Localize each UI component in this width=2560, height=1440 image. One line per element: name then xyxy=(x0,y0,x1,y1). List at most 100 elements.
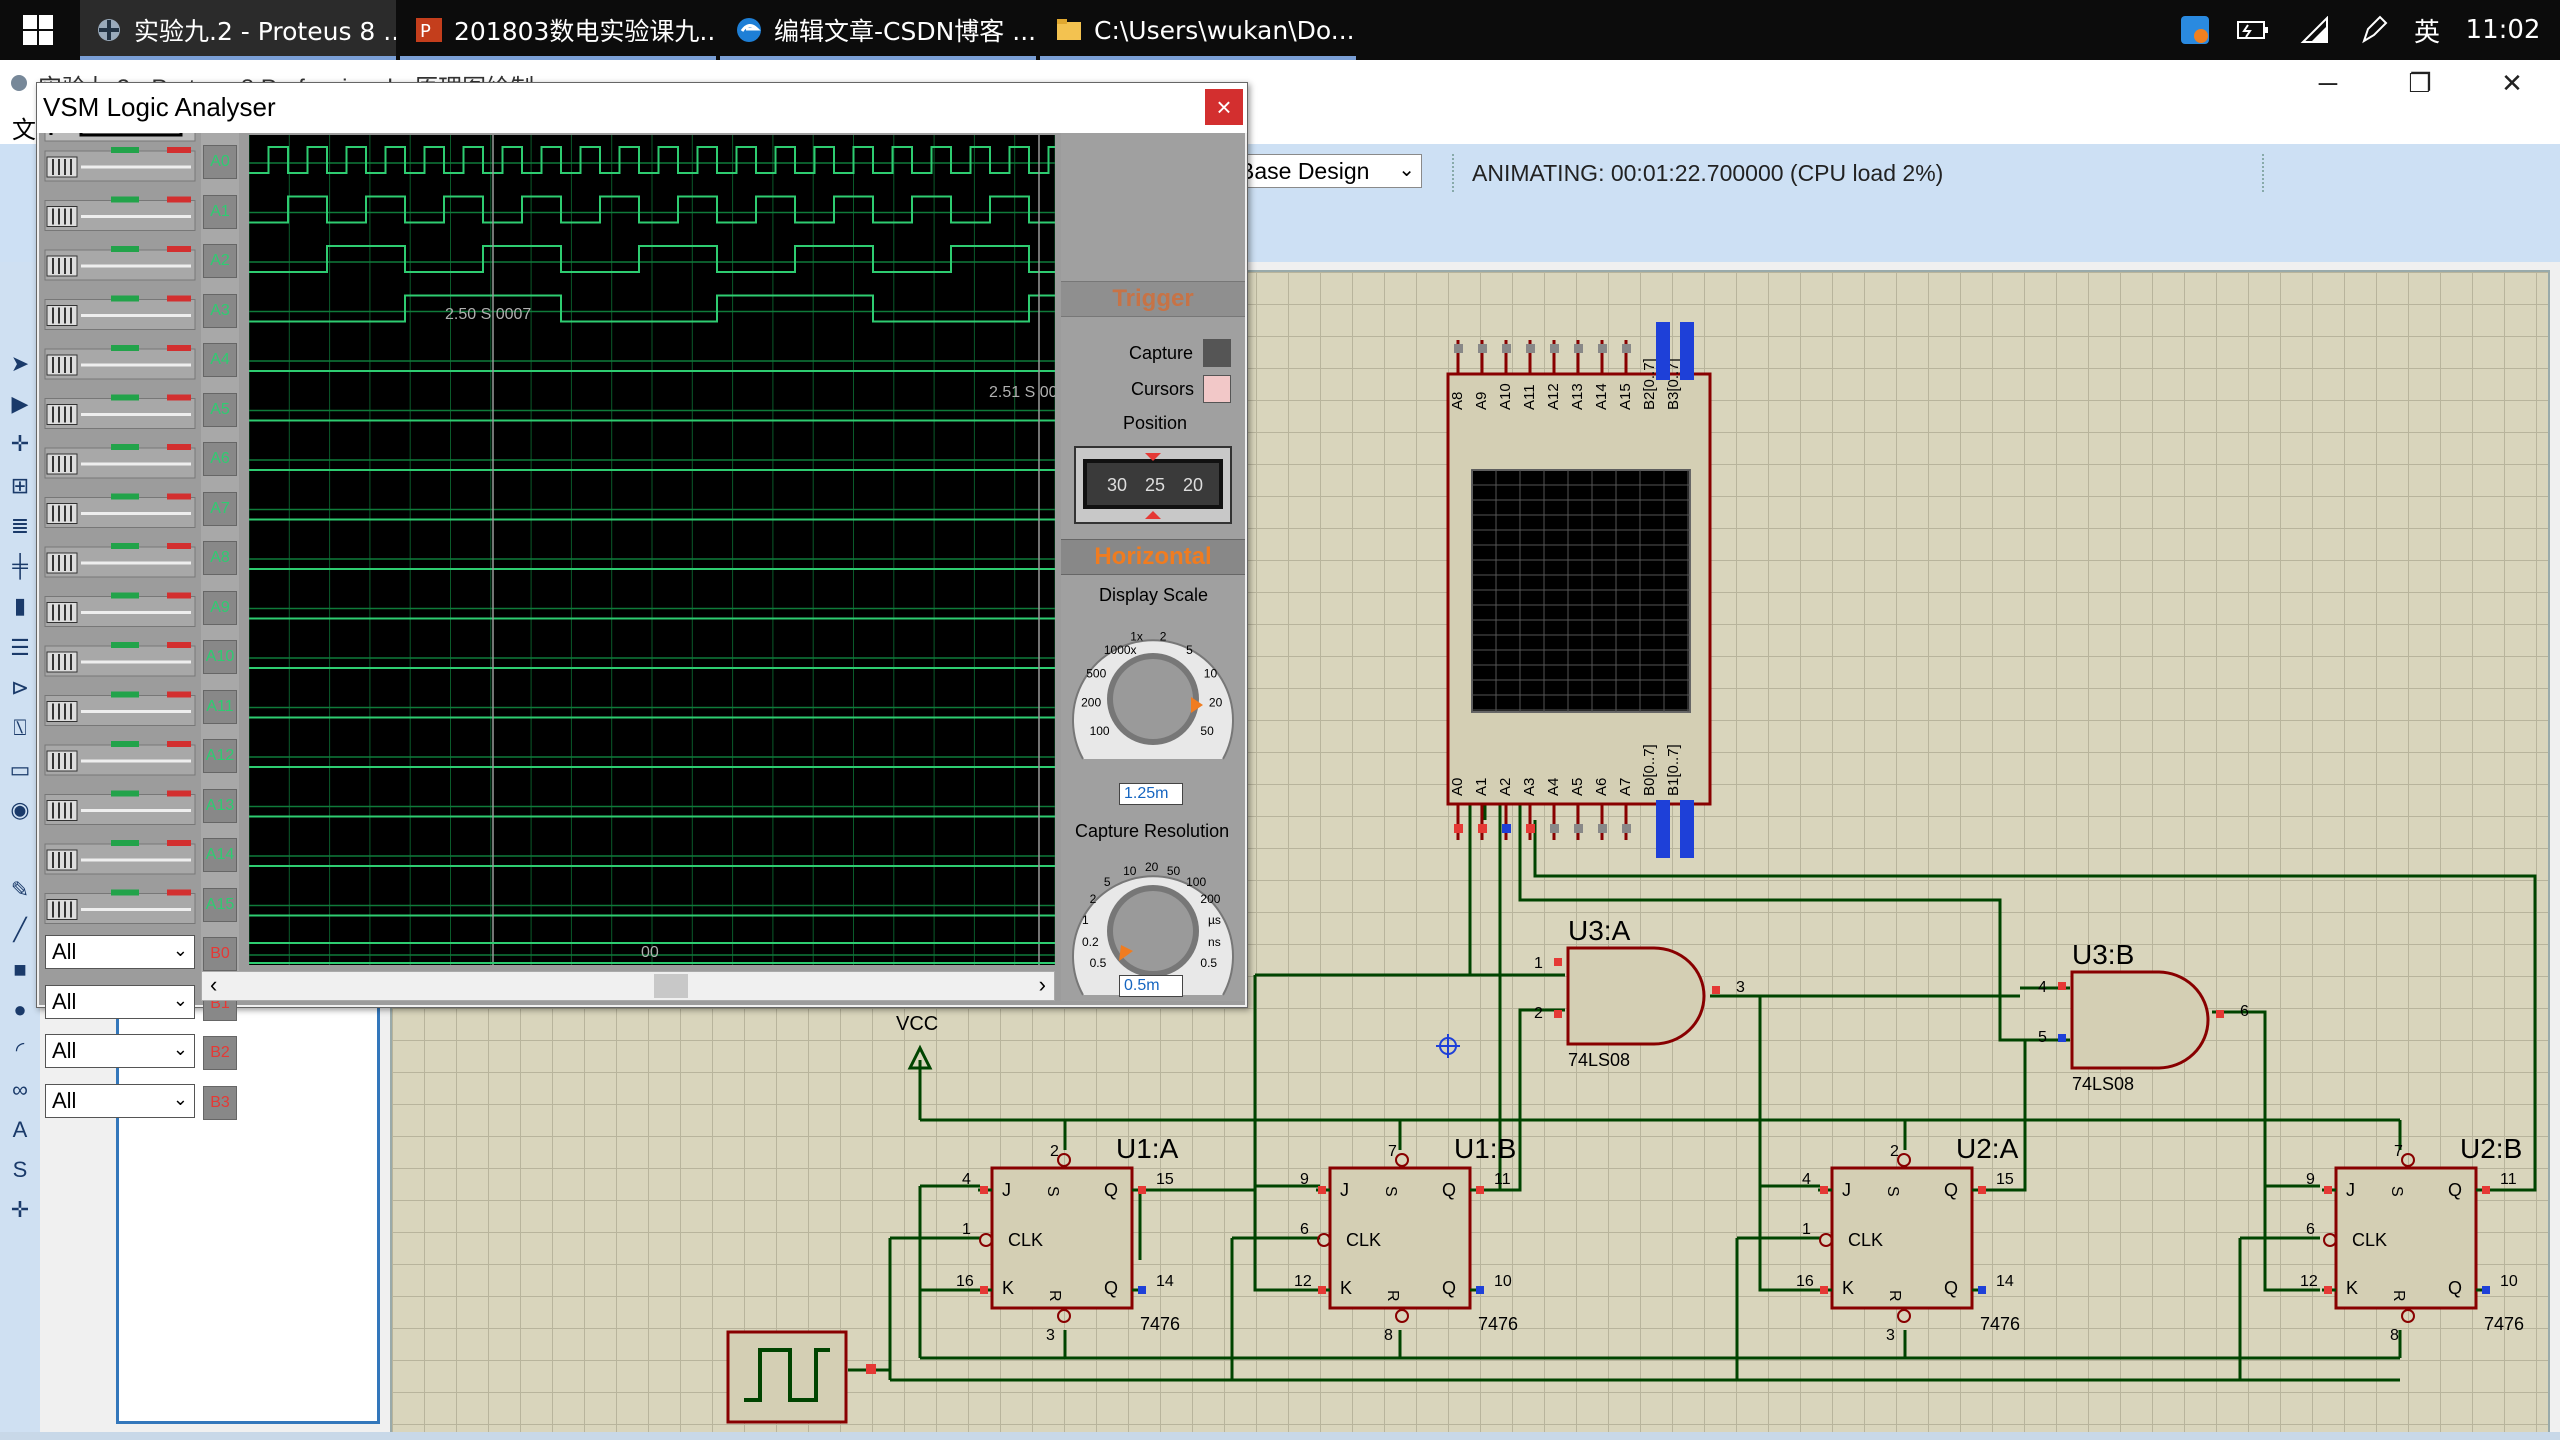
network-app-icon xyxy=(2181,16,2209,44)
channel-slider-a7[interactable] xyxy=(44,493,196,528)
tray-network-app-icon[interactable] xyxy=(2172,0,2218,60)
taskbar-item-proteus[interactable]: 实验九.2 - Proteus 8 ... xyxy=(80,0,396,60)
knob-tick-label: 5 xyxy=(1104,875,1111,889)
close-icon: ✕ xyxy=(2501,67,2523,98)
symbol-icon[interactable]: S xyxy=(6,1156,34,1184)
display-scale-value[interactable]: 1.25m xyxy=(1119,783,1183,805)
tray-wifi[interactable] xyxy=(2292,0,2338,60)
channel-label-a15: A15 xyxy=(203,887,237,922)
path-icon[interactable]: ∞ xyxy=(6,1076,34,1104)
text-icon[interactable]: A xyxy=(6,1116,34,1144)
bus-select-value: All xyxy=(52,1087,77,1113)
line-icon[interactable]: ✎ xyxy=(6,876,34,904)
close-button[interactable]: ✕ xyxy=(2466,60,2558,106)
knob-tick-label: 1000x xyxy=(1104,643,1137,657)
taskbar-item-powerpoint[interactable]: P 201803数电实验课九... xyxy=(400,0,716,60)
display-scale-knob[interactable]: 100 200 500 1000x1x 2 5 10 20 50 xyxy=(1063,609,1243,789)
tray-ime[interactable]: 英 xyxy=(2404,0,2450,60)
capture-label: Capture xyxy=(1129,343,1194,363)
circle-icon[interactable]: ● xyxy=(6,996,34,1024)
bus-select-b0[interactable]: All ⌄ xyxy=(45,935,195,969)
select-mode-icon[interactable]: ➤ xyxy=(6,350,34,378)
scroll-thumb[interactable] xyxy=(654,974,688,998)
analyser-scrollbar[interactable]: ‹ › xyxy=(201,971,1055,1001)
cursor-1-readout: 2.50 S 0007 xyxy=(445,306,531,323)
minimize-button[interactable]: ─ xyxy=(2282,60,2374,106)
channel-slider-a3[interactable] xyxy=(44,295,196,330)
channel-slider-a12[interactable] xyxy=(44,741,196,776)
channel-slider-a8[interactable] xyxy=(44,543,196,578)
device-pin-icon[interactable]: ⊳ xyxy=(6,674,34,702)
channel-slider-a9[interactable] xyxy=(44,592,196,627)
channel-slider-a10[interactable] xyxy=(44,642,196,677)
channel-label-a12: A12 xyxy=(203,739,237,773)
bus-select-b3[interactable]: All ⌄ xyxy=(45,1083,195,1118)
terminal-icon[interactable]: ☰ xyxy=(6,634,34,662)
channel-label-a7: A7 xyxy=(203,491,237,526)
scroll-right-icon[interactable]: › xyxy=(1039,972,1046,998)
channel-label-a2: A2 xyxy=(203,244,237,278)
channel-slider-a5[interactable] xyxy=(44,394,196,429)
knob-tick-label: 1x xyxy=(1130,630,1143,644)
position-tick: 30 xyxy=(1107,475,1127,495)
bus-icon[interactable]: ╪ xyxy=(6,552,34,580)
trigger-edge-icon[interactable] xyxy=(44,118,196,142)
display-scale-label: Display Scale xyxy=(1099,585,1209,605)
taskbar-item-edge[interactable]: 编辑文章-CSDN博客 ... xyxy=(720,0,1036,60)
channel-slider-a2[interactable] xyxy=(44,246,196,281)
channel-label-a4: A4 xyxy=(203,343,237,377)
tape-recorder-icon[interactable]: ▭ xyxy=(6,756,34,784)
restore-button[interactable]: ❐ xyxy=(2374,60,2466,106)
analyser-screen: 2.50 S 0007 2.51 S 0007 00000000 xyxy=(249,135,1055,965)
bus-value-b0: 00 xyxy=(641,944,659,961)
bus-select-b1[interactable]: All ⌄ xyxy=(45,984,195,1019)
component-mode-icon[interactable]: ▶ xyxy=(6,390,34,418)
vsm-close-button[interactable]: × xyxy=(1205,89,1243,125)
tray-pen[interactable] xyxy=(2350,0,2396,60)
design-combo[interactable]: Base Design ⌄ xyxy=(1232,154,1422,188)
line-draw-icon[interactable]: ╱ xyxy=(6,916,34,944)
channel-slider-a13[interactable] xyxy=(44,790,196,825)
wire-label-icon[interactable]: ⊞ xyxy=(6,472,34,500)
generator-icon[interactable]: ◉ xyxy=(6,796,34,824)
channel-slider-a4[interactable] xyxy=(44,345,196,380)
box-icon[interactable]: ■ xyxy=(6,956,34,984)
bus-select-value: All xyxy=(52,988,77,1014)
position-dial[interactable]: 30 25 20 xyxy=(1073,445,1233,525)
knob-tick-label: 500 xyxy=(1086,667,1106,681)
junction-icon[interactable]: ✛ xyxy=(6,430,34,458)
graph-icon[interactable]: ⍂ xyxy=(6,714,34,742)
tray-battery[interactable] xyxy=(2228,0,2278,60)
capture-resolution-value[interactable]: 0.5m xyxy=(1119,975,1183,997)
taskbar-item-explorer[interactable]: C:\Users\wukan\Do... xyxy=(1040,0,1356,60)
arc-icon[interactable]: ◜ xyxy=(6,1036,34,1064)
channel-slider-a15[interactable] xyxy=(44,889,196,924)
cursors-toggle[interactable] xyxy=(1203,375,1231,403)
knob-tick-label: 20 xyxy=(1145,860,1159,874)
sheet-scrollbar[interactable] xyxy=(0,1432,2560,1440)
proteus-app-icon xyxy=(11,75,27,91)
position-tick: 20 xyxy=(1183,475,1203,495)
channel-slider-a11[interactable] xyxy=(44,691,196,726)
knob-tick-label: 10 xyxy=(1204,667,1218,681)
marker-icon[interactable]: ✛ xyxy=(6,1196,34,1224)
channel-labels: A0 A1 A2 A3 A4 A5 A6 A7 A8 A9 A10 A11 A12 A13 A14 A15 B0… xyxy=(201,133,239,1120)
knob-tick-label: 2 xyxy=(1090,892,1097,906)
subcircuit-icon[interactable]: ▮ xyxy=(6,592,34,620)
vsm-body: All ⌄ All ⌄ All ⌄ All ⌄ A0 A1 A2 A3 A4 A5 A6 A7 A8 A9 A10… xyxy=(39,118,1245,1120)
wifi-icon xyxy=(2300,16,2328,43)
channel-slider-a1[interactable] xyxy=(44,196,196,231)
pen-icon xyxy=(2362,15,2388,44)
channel-slider-a14[interactable] xyxy=(44,840,196,875)
scroll-left-icon[interactable]: ‹ xyxy=(210,972,217,998)
text-script-icon[interactable]: ≣ xyxy=(6,512,34,540)
bus-select-b2[interactable]: All ⌄ xyxy=(45,1034,195,1068)
channel-slider-a6[interactable] xyxy=(44,444,196,479)
chevron-down-icon: ⌄ xyxy=(172,989,188,1010)
knob-tick-label: 0.5 xyxy=(1200,956,1217,970)
menu-file[interactable]: 文 xyxy=(12,110,36,145)
tray-clock[interactable]: 11:02 xyxy=(2458,0,2548,60)
capture-indicator[interactable] xyxy=(1203,339,1231,367)
channel-slider-a0[interactable] xyxy=(44,147,196,182)
start-button[interactable] xyxy=(0,0,76,60)
